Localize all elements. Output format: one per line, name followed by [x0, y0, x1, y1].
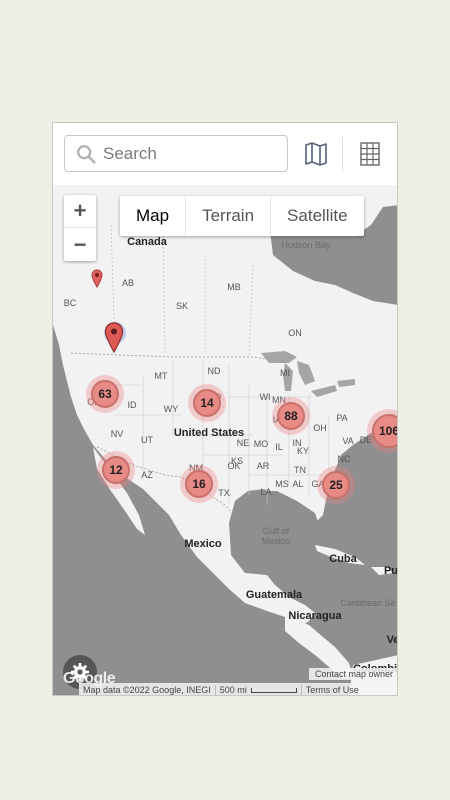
label-sk: SK [175, 301, 189, 311]
cluster-count: 14 [193, 389, 221, 417]
toolbar-divider [342, 137, 343, 171]
map-canvas[interactable]: Canada Hudson Bay AB BC SK MB ON MT ND S… [53, 185, 398, 695]
app-frame: Canada Hudson Bay AB BC SK MB ON MT ND S… [52, 122, 398, 696]
cluster-count: 88 [277, 402, 305, 430]
map-pin-icon [104, 322, 124, 354]
label-united-states: United States [173, 427, 245, 439]
cluster-count: 106 [372, 414, 397, 448]
label-venezuela: Ve [386, 634, 397, 646]
label-on: ON [288, 328, 302, 338]
zoom-controls: + − [64, 195, 96, 261]
label-ky: KY [296, 446, 310, 456]
label-hudson-bay: Hudson Bay [281, 240, 331, 250]
label-tn: TN [294, 465, 306, 475]
label-wi: WI [259, 392, 271, 402]
map-pin-marker[interactable] [91, 269, 103, 294]
cluster-count: 16 [185, 470, 213, 498]
label-gulf-of-mexico: Gulf of Mexico [261, 526, 291, 546]
map-data-attribution: Map data ©2022 Google, INEGI [83, 685, 211, 695]
cluster-count: 63 [91, 380, 119, 408]
zoom-out-button[interactable]: − [64, 228, 96, 261]
label-mexico: Mexico [184, 538, 222, 550]
label-nicaragua: Nicaragua [288, 610, 342, 622]
zoom-in-button[interactable]: + [64, 195, 96, 228]
label-va: VA [342, 436, 354, 446]
map-pin-icon [91, 269, 103, 288]
top-toolbar [53, 123, 397, 186]
scale-label: 500 mi [219, 685, 247, 695]
label-cuba: Cuba [329, 553, 357, 565]
label-puerto-rico: Pu [383, 565, 398, 577]
scale-line [250, 687, 297, 693]
label-la: LA [260, 487, 272, 497]
grid-icon [360, 142, 380, 166]
grid-view-button[interactable] [353, 137, 387, 171]
map-view-button[interactable] [299, 137, 333, 171]
label-oh: OH [313, 423, 327, 433]
map-type-satellite[interactable]: Satellite [270, 196, 363, 236]
label-wy: WY [163, 404, 179, 414]
label-mb: MB [227, 282, 241, 292]
map-type-map[interactable]: Map [120, 196, 185, 236]
label-nd: ND [207, 366, 221, 376]
label-guatemala: Guatemala [245, 589, 303, 601]
label-az: AZ [141, 470, 153, 480]
label-id: ID [127, 400, 137, 410]
map-type-terrain[interactable]: Terrain [185, 196, 270, 236]
label-ms: MS [275, 479, 289, 489]
search-input[interactable] [103, 143, 273, 164]
label-canada: Canada [127, 236, 167, 248]
attribution-bar: Map data ©2022 Google, INEGI 500 mi Term… [79, 683, 397, 695]
label-al: AL [292, 479, 304, 489]
label-ab: AB [121, 278, 135, 288]
label-il: IL [275, 442, 283, 452]
label-mi: MI [280, 368, 290, 378]
map-type-control: Map Terrain Satellite [120, 196, 364, 236]
label-nv: NV [110, 429, 124, 439]
label-ut: UT [141, 435, 153, 445]
search-icon [77, 144, 96, 163]
map-icon [305, 142, 327, 166]
contact-map-owner-link[interactable]: Contact map owner [308, 668, 397, 680]
label-tx: TX [218, 488, 230, 498]
label-ne: NE [236, 438, 250, 448]
label-caribbean-sea: Caribbean Se [340, 598, 396, 608]
label-mo: MO [253, 439, 269, 449]
search-box[interactable] [64, 135, 288, 172]
scale-bar: 500 mi [214, 685, 301, 695]
terms-of-use-link[interactable]: Terms of Use [300, 685, 363, 695]
label-ok: OK [227, 461, 241, 471]
label-pa: PA [336, 413, 348, 423]
label-nc: NC [337, 454, 351, 464]
selected-pin-marker[interactable] [104, 322, 124, 359]
cluster-count: 25 [322, 471, 350, 499]
label-mt: MT [154, 371, 168, 381]
label-ar: AR [256, 461, 270, 471]
cluster-count: 12 [102, 456, 130, 484]
label-bc: BC [63, 298, 77, 308]
